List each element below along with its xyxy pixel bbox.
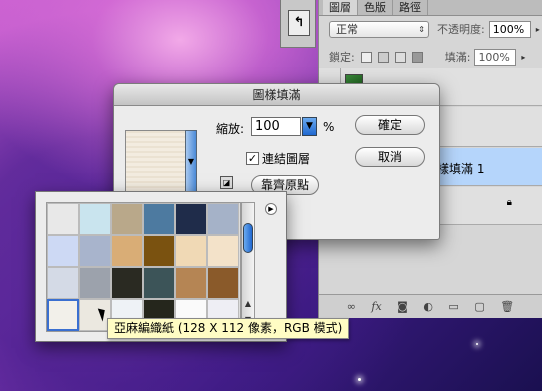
cancel-button[interactable]: 取消 (355, 147, 425, 167)
opacity-label: 不透明度: (437, 23, 485, 36)
tab-paths[interactable]: 路徑 (393, 0, 428, 15)
pattern-swatch[interactable] (143, 235, 175, 267)
blend-mode-value: 正常 (336, 22, 358, 36)
ok-button[interactable]: 確定 (355, 115, 425, 135)
pattern-preview[interactable] (125, 130, 193, 192)
adjustment-layer-icon[interactable]: ◐ (423, 300, 433, 313)
new-group-icon[interactable]: ▭ (448, 300, 458, 313)
lock-label: 鎖定: (329, 51, 355, 64)
pattern-tooltip: 亞麻編織紙 (128 X 112 像素，RGB 模式) (107, 318, 350, 339)
pattern-swatch[interactable] (47, 299, 79, 331)
fill-input[interactable]: 100% ▸ (474, 48, 525, 66)
scale-label: 縮放: (216, 122, 245, 136)
delete-layer-icon[interactable]: 🗑︎ (500, 300, 514, 313)
new-preset-icon[interactable]: ◪ (220, 176, 233, 189)
pattern-swatch[interactable] (111, 235, 143, 267)
picker-menu-icon[interactable]: ▶ (265, 203, 277, 215)
dropdown-arrow-icon[interactable]: ▸ (536, 22, 540, 37)
pattern-swatch[interactable] (79, 267, 111, 299)
pattern-swatch-grid (46, 202, 241, 332)
pattern-swatch[interactable] (111, 267, 143, 299)
link-with-layer-checkbox[interactable]: ✓ 連結圖層 (246, 150, 310, 167)
pattern-swatch[interactable] (47, 203, 79, 235)
checkbox-check-icon[interactable]: ✓ (246, 152, 259, 165)
layer-style-icon[interactable]: fx (371, 300, 381, 313)
pattern-swatch[interactable] (79, 235, 111, 267)
star-decoration (476, 343, 478, 345)
opacity-value: 100% (492, 22, 525, 36)
blend-mode-select[interactable]: 正常 ⇕ (329, 20, 429, 38)
tab-channels[interactable]: 色版 (358, 0, 393, 15)
pattern-swatch[interactable] (47, 267, 79, 299)
lock-all-icon[interactable] (411, 51, 423, 63)
scrollbar-thumb[interactable] (243, 223, 253, 253)
pattern-swatch[interactable] (207, 203, 239, 235)
fill-value: 100% (478, 50, 510, 64)
scale-dropdown-button[interactable]: ▼ (302, 117, 317, 136)
pattern-swatch[interactable] (47, 235, 79, 267)
pattern-swatch[interactable] (207, 267, 239, 299)
layer-comps-icon[interactable]: ↰ (288, 10, 310, 36)
dialog-title: 圖樣填滿 (114, 84, 439, 106)
scale-input[interactable]: 100 (251, 117, 301, 136)
side-tool-panel: ↰ (280, 0, 316, 48)
pattern-swatch[interactable] (175, 203, 207, 235)
lock-position-icon[interactable] (394, 51, 406, 63)
pattern-swatch[interactable] (143, 203, 175, 235)
pattern-swatch[interactable] (143, 267, 175, 299)
new-layer-icon[interactable]: ▢ (474, 300, 484, 313)
tab-layers[interactable]: 圖層 (323, 0, 358, 15)
lock-icon: 🔒︎ (506, 197, 512, 208)
layer-name: 樣填滿 1 (437, 162, 485, 176)
add-mask-icon[interactable]: ◙ (397, 300, 408, 313)
layers-panel-tabs: 圖層 色版 路徑 (319, 0, 542, 16)
dropdown-arrow-icon[interactable]: ▸ (521, 50, 525, 65)
star-decoration (358, 378, 361, 381)
updown-arrows-icon: ⇕ (418, 24, 425, 34)
lock-image-pixels-icon[interactable] (377, 51, 389, 63)
picker-scrollbar[interactable]: ▲ ▼ (241, 202, 255, 332)
layers-panel-footer: ∞ fx ◙ ◐ ▭ ▢ 🗑︎ (319, 294, 542, 318)
pattern-swatch[interactable] (111, 203, 143, 235)
pattern-swatch[interactable] (79, 203, 111, 235)
link-layers-icon[interactable]: ∞ (347, 300, 356, 313)
lock-transparent-pixels-icon[interactable] (360, 51, 372, 63)
scroll-up-icon[interactable]: ▲ (242, 299, 254, 308)
percent-sign: % (323, 120, 335, 134)
fill-label: 填滿: (444, 51, 471, 64)
pattern-picker-button[interactable]: ▼ (185, 130, 197, 192)
pattern-swatch[interactable] (207, 235, 239, 267)
opacity-input[interactable]: 100% ▸ (488, 20, 540, 38)
pattern-swatch[interactable] (175, 235, 207, 267)
pattern-swatch[interactable] (175, 267, 207, 299)
link-with-layer-label: 連結圖層 (262, 152, 311, 166)
